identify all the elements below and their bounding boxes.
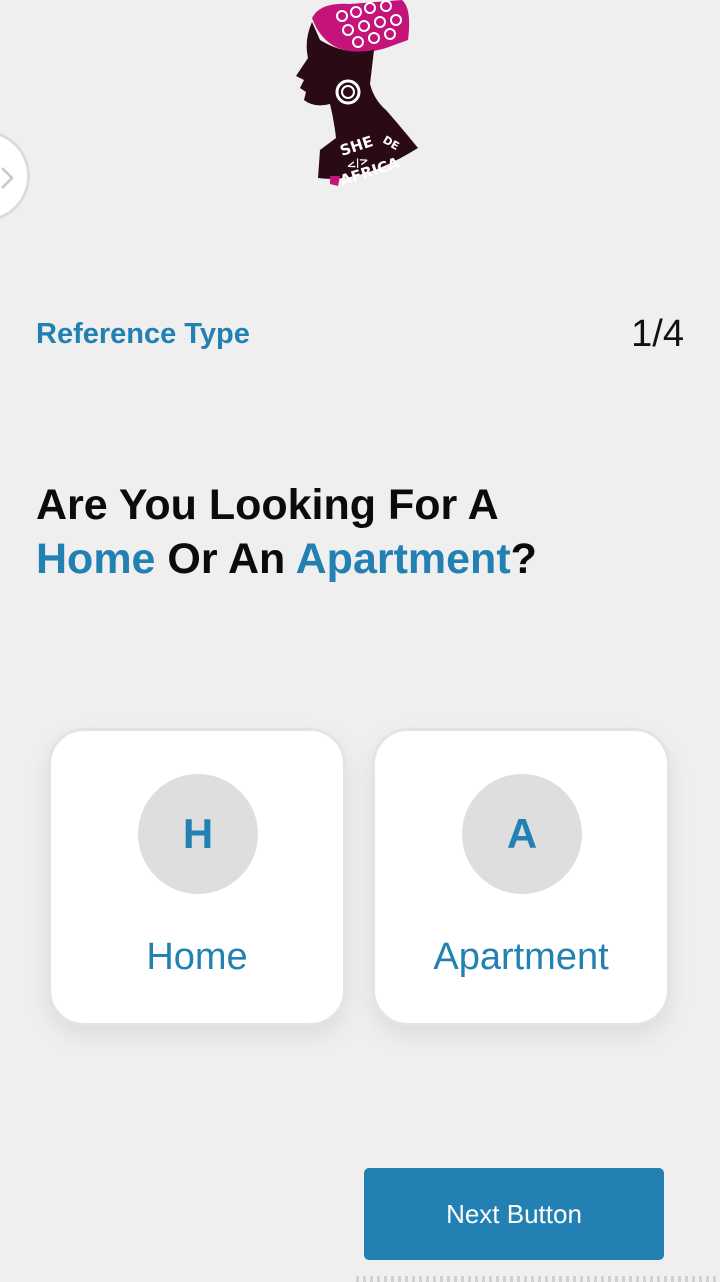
option-card-apartment[interactable]: A Apartment	[372, 728, 670, 1026]
option-home-label: Home	[146, 936, 248, 978]
she-code-africa-logo: SHE DE </> AFRICA	[296, 0, 418, 190]
option-apartment-label: Apartment	[433, 936, 609, 978]
question-line1: Are You Looking For A	[36, 481, 499, 529]
bottom-divider	[356, 1276, 716, 1282]
option-home-avatar: H	[138, 774, 258, 894]
step-counter: 1/4	[631, 313, 684, 355]
question-end: ?	[510, 535, 537, 583]
chevron-right-icon	[1, 167, 14, 189]
drawer-toggle[interactable]	[0, 130, 30, 222]
step-title: Reference Type	[36, 318, 250, 350]
question-apartment-word: Apartment	[295, 535, 511, 583]
question-connector: Or An	[155, 535, 296, 583]
question-home-word: Home	[36, 535, 156, 583]
option-apartment-avatar: A	[462, 774, 582, 894]
question-heading: Are You Looking For A Home Or An Apartme…	[36, 478, 686, 586]
next-button[interactable]: Next Button	[364, 1168, 664, 1260]
screen: SHE DE </> AFRICA Reference Type 1/4 Are…	[0, 0, 720, 1282]
option-card-home[interactable]: H Home	[48, 728, 346, 1026]
